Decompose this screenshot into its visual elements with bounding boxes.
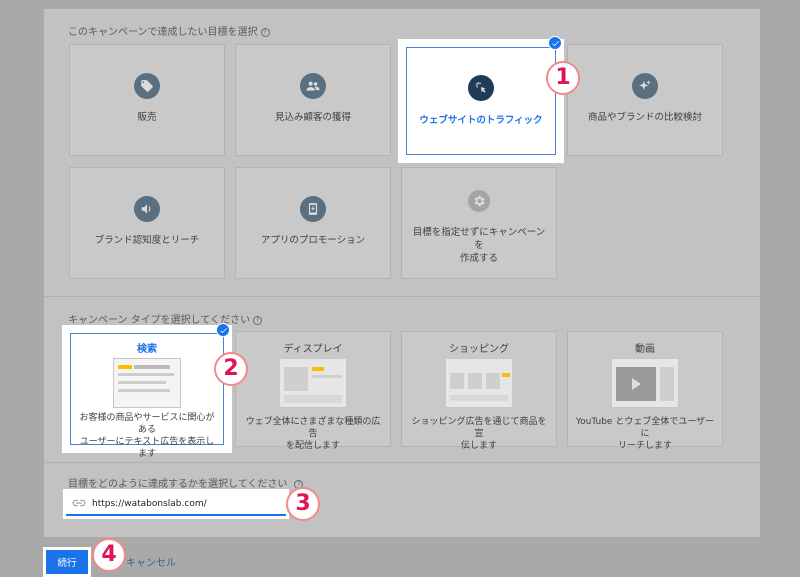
goal-card-consideration[interactable]: 商品やブランドの比較検討 xyxy=(567,44,723,156)
type-card-search[interactable]: 検索 お客様の商品やサービスに関心がある ユーザーにテキスト広告を表示し ます xyxy=(70,333,224,459)
type-description: お客様の商品やサービスに関心がある ユーザーにテキスト広告を表示し ます xyxy=(79,413,215,459)
website-url-input[interactable] xyxy=(92,496,282,512)
section-divider xyxy=(44,296,760,297)
help-icon[interactable]: ? xyxy=(253,316,263,325)
goal-label: アプリのプロモーション xyxy=(260,235,366,246)
type-card-display[interactable]: ディスプレイ ウェブ全体にさまざまな種類の広告 を配信します xyxy=(235,331,391,451)
tag-icon xyxy=(134,73,160,99)
link-icon xyxy=(72,499,86,507)
speaker-icon xyxy=(134,196,160,222)
goal-card-awareness[interactable]: ブランド認知度とリーチ xyxy=(69,167,225,279)
continue-button[interactable]: 続行 xyxy=(46,550,88,574)
annotation-badge-1: 1 xyxy=(546,61,580,95)
website-url-field[interactable] xyxy=(66,492,286,516)
goal-label: 商品やブランドの比較検討 xyxy=(587,112,702,123)
annotation-badge-2: 2 xyxy=(214,352,248,386)
video-ad-preview xyxy=(611,358,679,408)
goal-card-sales[interactable]: 販売 xyxy=(69,44,225,156)
type-title: 動画 xyxy=(635,344,655,355)
shopping-ad-preview xyxy=(445,358,513,408)
type-title: ディスプレイ xyxy=(283,344,343,355)
goal-label: 見込み顧客の獲得 xyxy=(274,112,351,123)
sparkle-icon xyxy=(632,73,658,99)
phone-icon xyxy=(300,196,326,222)
url-section-title: 目標をどのように達成するかを選択してください? xyxy=(68,475,304,490)
people-icon xyxy=(300,73,326,99)
annotation-badge-4: 4 xyxy=(92,538,126,572)
goal-section-title: このキャンペーンで達成したい目標を選択? xyxy=(68,23,270,38)
play-icon xyxy=(632,378,641,390)
campaign-setup-panel: このキャンペーンで達成したい目標を選択? 販売 見込み顧客の獲得 ウェブサイトの… xyxy=(44,9,760,537)
selected-check-icon xyxy=(216,323,230,337)
goal-label: 目標を指定せずにキャンペーンを 作成する xyxy=(412,227,546,264)
goal-label: ブランド認知度とリーチ xyxy=(94,235,200,246)
annotation-badge-3: 3 xyxy=(286,487,320,521)
cancel-button[interactable]: キャンセル xyxy=(126,554,176,569)
goal-card-app-promotion[interactable]: アプリのプロモーション xyxy=(235,167,391,279)
type-title: ショッピング xyxy=(449,344,509,355)
goal-label: 販売 xyxy=(137,112,157,123)
type-section-title: キャンペーン タイプを選択してください? xyxy=(68,311,263,326)
goal-card-no-goal[interactable]: 目標を指定せずにキャンペーンを 作成する xyxy=(401,167,557,279)
search-ad-preview xyxy=(113,358,181,408)
type-title: 検索 xyxy=(137,344,157,355)
gear-icon xyxy=(468,190,490,212)
type-card-video[interactable]: 動画 YouTube とウェブ全体でユーザーに リーチします xyxy=(567,331,723,451)
type-description: ショッピング広告を通じて商品を宣 伝します xyxy=(411,417,547,451)
type-card-shopping[interactable]: ショッピング ショッピング広告を通じて商品を宣 伝します xyxy=(401,331,557,451)
selected-check-icon xyxy=(548,36,562,50)
goal-label: ウェブサイトのトラフィック xyxy=(419,115,543,126)
type-description: YouTube とウェブ全体でユーザーに リーチします xyxy=(575,417,715,451)
display-ad-preview xyxy=(279,358,347,408)
section-divider xyxy=(44,462,760,463)
goal-card-traffic[interactable]: ウェブサイトのトラフィック xyxy=(406,47,556,155)
help-icon[interactable]: ? xyxy=(260,28,270,37)
cursor-click-icon xyxy=(468,75,494,101)
goal-card-leads[interactable]: 見込み顧客の獲得 xyxy=(235,44,391,156)
type-description: ウェブ全体にさまざまな種類の広告 を配信します xyxy=(245,417,381,451)
